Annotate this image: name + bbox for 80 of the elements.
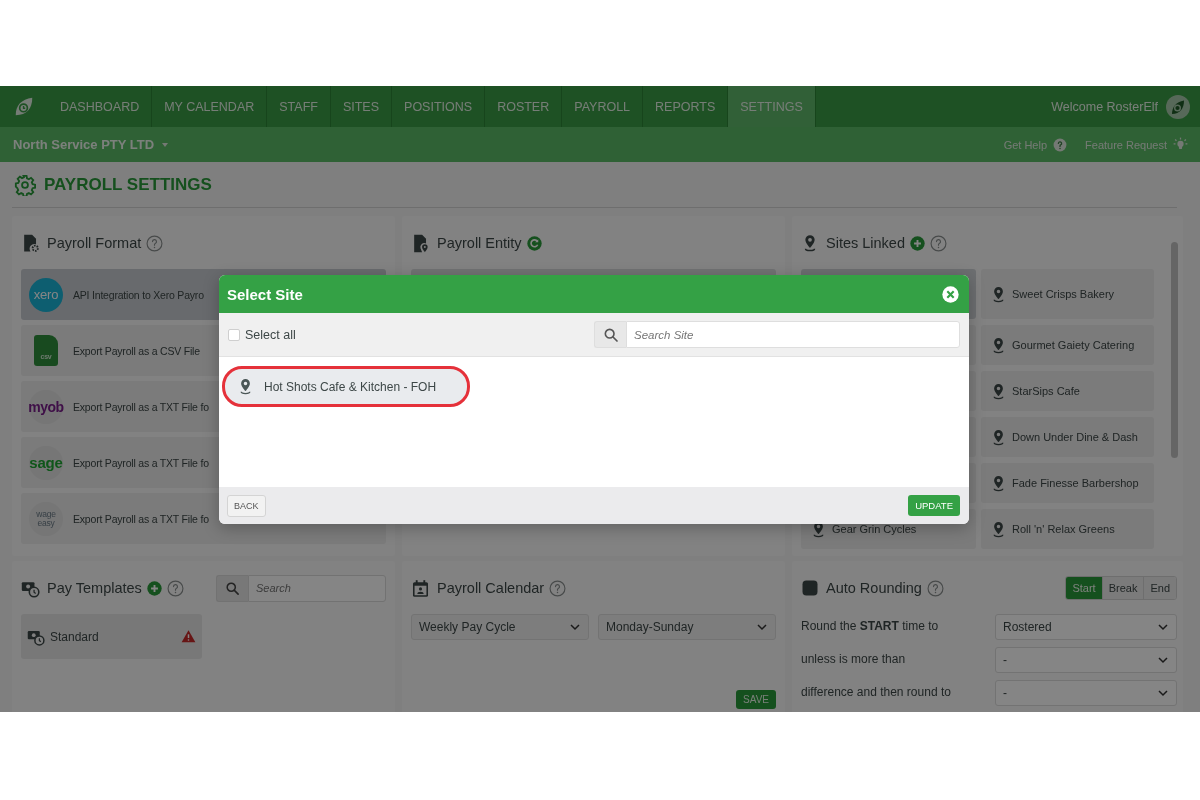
help-icon[interactable] — [146, 234, 164, 252]
caret-icon[interactable] — [161, 141, 170, 148]
welcome-text: Welcome RosterElf — [1051, 99, 1158, 114]
search-button[interactable] — [216, 574, 248, 602]
help-icon[interactable] — [930, 234, 947, 252]
wage-easy-logo: wage easy — [29, 501, 63, 536]
refresh-icon[interactable] — [526, 235, 542, 251]
chevron-down-icon — [1157, 654, 1169, 666]
template-name: Standard — [50, 629, 100, 644]
linked-site[interactable]: Sweet Crisps Bakery — [981, 269, 1154, 319]
page-title: PAYROLL SETTINGS — [44, 174, 212, 195]
calendar-icon — [411, 578, 430, 598]
settings-icon — [14, 173, 36, 196]
option-label: Export Payroll as a TXT File fo — [73, 512, 209, 525]
linked-site[interactable]: Roll 'n' Relax Greens — [981, 509, 1154, 549]
add-icon[interactable] — [910, 235, 925, 251]
card-title: Pay Templates — [47, 580, 142, 596]
rounding-icon — [801, 579, 819, 597]
option-label: Export Payroll as a TXT File fo — [73, 400, 209, 413]
search-field[interactable]: Search Site — [626, 321, 960, 348]
back-button[interactable]: BACK — [227, 494, 266, 517]
pay-template-item[interactable]: Standard — [21, 614, 202, 659]
chevron-down-icon — [1157, 687, 1169, 699]
checkbox-label[interactable]: Select all — [245, 327, 296, 342]
rounding-label: unless is more than — [801, 652, 907, 668]
linked-site[interactable]: Gourmet Gaiety Catering — [981, 325, 1154, 365]
card-title: Auto Rounding — [826, 580, 922, 596]
document-gear-icon — [21, 233, 40, 253]
linked-site[interactable]: Down Under Dine & Dash — [981, 417, 1154, 457]
card-title: Payroll Format — [47, 235, 142, 251]
myob-logo: myob — [29, 389, 63, 424]
chevron-down-icon — [1157, 621, 1169, 633]
segment-tab[interactable]: End — [1143, 577, 1176, 599]
site-name: Fade Finesse Barbershop — [1012, 477, 1139, 489]
card-title: Sites Linked — [826, 235, 905, 251]
site-name: Sweet Crisps Bakery — [1012, 288, 1115, 300]
chevron-down-icon — [569, 621, 581, 633]
help-icon[interactable] — [926, 579, 944, 597]
update-button[interactable]: UPDATE — [908, 495, 960, 516]
option-label: Export Payroll as a TXT File fo — [73, 456, 209, 469]
card-title: Payroll Calendar — [437, 580, 545, 596]
site-name: Gear Grin Cycles — [832, 523, 917, 535]
rounding-label: Round the START time to — [801, 619, 940, 635]
dropdown[interactable]: Weekly Pay Cycle — [411, 614, 589, 640]
add-icon[interactable] — [146, 580, 162, 596]
linked-site[interactable]: StarSips Cafe — [981, 371, 1154, 411]
rounding-label: difference and then round to — [801, 685, 952, 701]
lightbulb-icon[interactable] — [1173, 137, 1188, 152]
help-icon[interactable] — [166, 579, 184, 597]
search-field[interactable]: Search — [248, 574, 386, 602]
segment-tab[interactable]: Start — [1066, 577, 1102, 599]
logo-icon[interactable] — [13, 95, 35, 118]
dropdown[interactable]: Rostered — [995, 614, 1177, 640]
linked-site[interactable]: Fade Finesse Barbershop — [981, 463, 1154, 503]
option-label: Export Payroll as a CSV File — [73, 344, 200, 357]
avatar-icon[interactable] — [1166, 94, 1190, 119]
document-pin-icon — [411, 233, 430, 253]
close-icon[interactable] — [942, 285, 959, 303]
search-icon — [602, 326, 619, 343]
chevron-down-icon — [756, 621, 768, 633]
xero-logo: xero — [29, 277, 63, 312]
search-icon — [225, 580, 240, 596]
site-name: StarSips Cafe — [1012, 385, 1080, 397]
search-button[interactable] — [594, 321, 626, 348]
help-icon[interactable] — [1053, 137, 1068, 152]
site-name: Roll 'n' Relax Greens — [1012, 523, 1115, 535]
dropdown[interactable]: - — [995, 680, 1177, 706]
checkbox[interactable] — [228, 328, 240, 341]
option-label: API Integration to Xero Payro — [73, 288, 204, 301]
site-option[interactable]: Hot Shots Cafe & Kitchen - FOH — [222, 366, 470, 407]
save-button[interactable]: SAVE — [736, 690, 776, 709]
segment-tab[interactable]: Break — [1101, 577, 1144, 599]
card-title: Payroll Entity — [437, 235, 522, 251]
help-icon[interactable] — [549, 579, 567, 597]
dialog-title: Select Site — [227, 285, 303, 303]
site-name: Gourmet Gaiety Catering — [1012, 339, 1135, 351]
dropdown[interactable]: Monday-Sunday — [598, 614, 776, 640]
site-name: Down Under Dine & Dash — [1012, 431, 1138, 443]
sage-logo: sage — [29, 445, 63, 480]
dropdown[interactable]: - — [995, 647, 1177, 673]
